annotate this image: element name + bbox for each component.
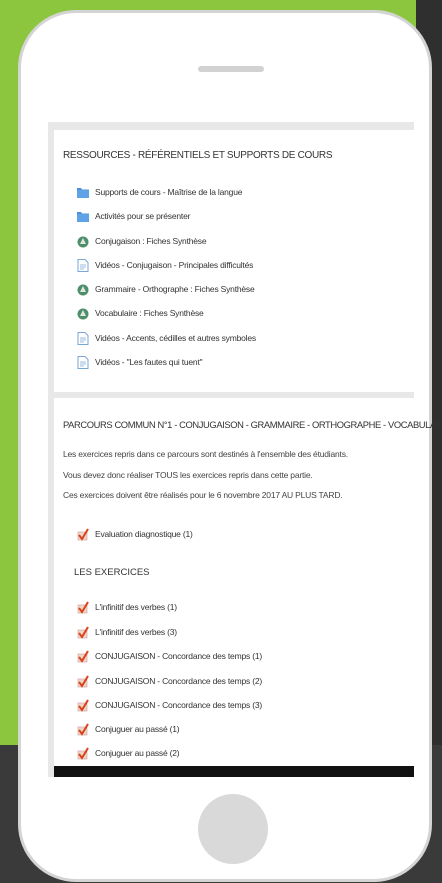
activity-link[interactable]: Vidéos - Conjugaison - Principales diffi… [77,257,253,273]
quiz-label: L'infinitif des verbes (3) [95,627,177,637]
activity-link[interactable]: Activités pour se présenter [77,208,190,224]
activity-label: Conjugaison : Fiches Synthèse [95,236,207,246]
section-title-resources: RESSOURCES - RÉFÉRENTIELS ET SUPPORTS DE… [63,150,333,161]
quiz-label: Conjuguer au passé (2) [95,748,180,758]
activity-link[interactable]: Vidéos - Accents, cédilles et autres sym… [77,330,256,346]
quiz-label: Evaluation diagnostique (1) [95,529,193,539]
quiz-icon [77,746,89,760]
quiz-label: L'infinitif des verbes (1) [95,602,177,612]
section-paragraph: Les exercices repris dans ce parcours so… [63,449,348,459]
page-icon [77,258,89,272]
quiz-label: CONJUGAISON - Concordance des temps (3) [95,700,262,710]
phone-speaker [198,66,264,72]
activity-label: Grammaire - Orthographe : Fiches Synthès… [95,284,255,294]
screen-bottom-bar [54,766,414,777]
page-icon [77,355,89,369]
quiz-link[interactable]: L'infinitif des verbes (3) [77,624,177,640]
section-paragraph: Ces exercices doivent être réalisés pour… [63,490,343,500]
activity-link[interactable]: Vocabulaire : Fiches Synthèse [77,305,204,321]
quiz-icon [77,527,89,541]
activity-label: Vidéos - Conjugaison - Principales diffi… [95,260,254,270]
quiz-link[interactable]: CONJUGAISON - Concordance des temps (3) [77,697,262,713]
quiz-label: Conjuguer au passé (1) [95,724,180,734]
folder-icon [77,211,89,222]
activity-label: Vidéos - "Les fautes qui tuent" [95,357,203,367]
quiz-label: CONJUGAISON - Concordance des temps (2) [95,676,262,686]
activity-link[interactable]: Supports de cours - Maîtrise de la langu… [77,184,242,200]
quiz-link[interactable]: Conjuguer au passé (2) [77,745,180,761]
section-paragraph: Vous devez donc réaliser TOUS les exerci… [63,470,313,480]
page-icon [77,331,89,345]
quiz-icon [77,625,89,639]
section-title-parcours: PARCOURS COMMUN N°1 - CONJUGAISON - GRAM… [63,419,442,430]
activity-label: Vidéos - Accents, cédilles et autres sym… [95,333,256,343]
folder-icon [77,187,89,198]
document-icon [77,236,89,247]
activity-label: Activités pour se présenter [95,211,191,221]
document-icon [77,284,89,295]
quiz-icon [77,674,89,688]
quiz-icon [77,698,89,712]
activity-link[interactable]: Grammaire - Orthographe : Fiches Synthès… [77,281,255,297]
quiz-icon [77,722,89,736]
quiz-link[interactable]: CONJUGAISON - Concordance des temps (1) [77,648,262,664]
quiz-link[interactable]: CONJUGAISON - Concordance des temps (2) [77,673,262,689]
quiz-link[interactable]: Evaluation diagnostique (1) [77,526,193,542]
quiz-link[interactable]: Conjuguer au passé (1) [77,721,180,737]
document-icon [77,308,89,319]
subheading-exercises: LES EXERCICES [74,567,150,578]
activity-label: Supports de cours - Maîtrise de la langu… [95,187,243,197]
activity-link[interactable]: Conjugaison : Fiches Synthèse [77,233,207,249]
quiz-icon [77,649,89,663]
quiz-link[interactable]: L'infinitif des verbes (1) [77,599,177,615]
activity-label: Vocabulaire : Fiches Synthèse [95,308,204,318]
quiz-label: CONJUGAISON - Concordance des temps (1) [95,651,262,661]
quiz-icon [77,600,89,614]
phone-home-button[interactable] [198,794,268,864]
activity-link[interactable]: Vidéos - "Les fautes qui tuent" [77,354,203,370]
